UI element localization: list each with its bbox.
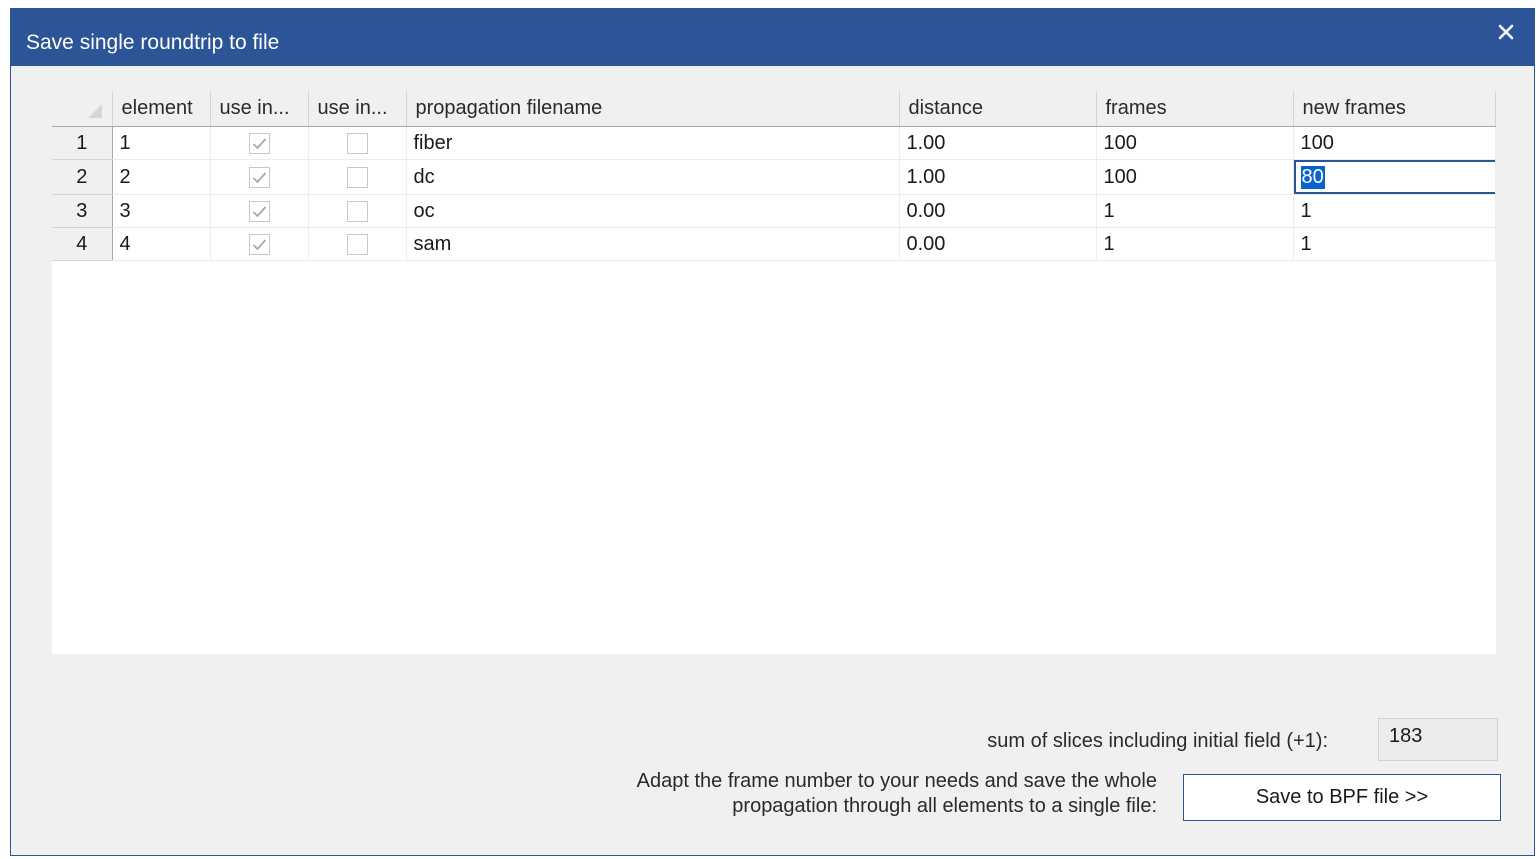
new-frames-cell[interactable]: 1 — [1293, 227, 1496, 261]
table-row[interactable]: 4 4 sam 0.00 1 1 — [52, 227, 1496, 261]
distance-cell[interactable]: 0.00 — [899, 194, 1097, 228]
elements-grid[interactable]: element use in... use in... propagation … — [52, 91, 1496, 654]
use-in-2-checkbox[interactable] — [346, 233, 368, 255]
corner-triangle-icon — [87, 104, 102, 118]
close-button[interactable] — [1478, 9, 1534, 55]
column-header-distance[interactable]: distance — [899, 91, 1097, 127]
column-header-element[interactable]: element — [112, 91, 211, 127]
sum-slices-value: 183 — [1378, 718, 1498, 761]
checkmark-icon — [252, 239, 266, 251]
use-in-2-cell[interactable] — [308, 194, 407, 228]
table-row[interactable]: 1 1 fiber 1.00 100 100 — [52, 126, 1496, 160]
checkmark-icon — [252, 138, 266, 150]
filename-cell[interactable]: dc — [406, 159, 900, 195]
row-header[interactable]: 2 — [52, 159, 113, 195]
select-all-corner[interactable] — [52, 91, 113, 127]
use-in-1-cell[interactable] — [210, 194, 309, 228]
save-bpf-button[interactable]: Save to BPF file >> — [1183, 774, 1501, 821]
distance-cell[interactable]: 1.00 — [899, 126, 1097, 160]
use-in-1-cell[interactable] — [210, 159, 309, 195]
filename-cell[interactable]: oc — [406, 194, 900, 228]
row-header[interactable]: 1 — [52, 126, 113, 160]
new-frames-cell[interactable]: 80 — [1293, 159, 1496, 195]
adapt-instructions: Adapt the frame number to your needs and… — [451, 769, 1157, 819]
new-frames-selected-text: 80 — [1300, 165, 1325, 189]
use-in-1-checkbox[interactable] — [248, 166, 270, 188]
frames-cell[interactable]: 100 — [1096, 126, 1294, 160]
column-header-use-in-2[interactable]: use in... — [308, 91, 407, 127]
filename-cell[interactable]: fiber — [406, 126, 900, 160]
sum-slices-label: sum of slices including initial field (+… — [987, 730, 1328, 752]
new-frames-editor[interactable]: 80 — [1293, 160, 1494, 194]
column-header-frames[interactable]: frames — [1096, 91, 1294, 127]
column-header-use-in-1[interactable]: use in... — [210, 91, 309, 127]
header-row: element use in... use in... propagation … — [52, 91, 1496, 127]
element-cell[interactable]: 1 — [112, 126, 211, 160]
close-icon — [1498, 24, 1514, 40]
checkmark-icon — [252, 172, 266, 184]
column-header-filename[interactable]: propagation filename — [406, 91, 900, 127]
table-row[interactable]: 2 2 dc 1.00 100 80 — [52, 159, 1496, 195]
title-bar[interactable]: Save single roundtrip to file — [11, 9, 1534, 66]
adapt-instructions-line-2: propagation through all elements to a si… — [732, 795, 1157, 817]
use-in-2-checkbox[interactable] — [346, 132, 368, 154]
checkmark-icon — [252, 206, 266, 218]
use-in-1-checkbox[interactable] — [248, 233, 270, 255]
element-cell[interactable]: 2 — [112, 159, 211, 195]
use-in-1-checkbox[interactable] — [248, 132, 270, 154]
distance-cell[interactable]: 0.00 — [899, 227, 1097, 261]
adapt-instructions-line-1: Adapt the frame number to your needs and… — [636, 770, 1157, 792]
dialog-title: Save single roundtrip to file — [26, 31, 280, 54]
frames-cell[interactable]: 100 — [1096, 159, 1294, 195]
use-in-1-cell[interactable] — [210, 126, 309, 160]
save-roundtrip-dialog: Save single roundtrip to file element us… — [10, 8, 1535, 856]
use-in-2-checkbox[interactable] — [346, 200, 368, 222]
use-in-2-cell[interactable] — [308, 126, 407, 160]
use-in-1-cell[interactable] — [210, 227, 309, 261]
new-frames-cell[interactable]: 1 — [1293, 194, 1496, 228]
new-frames-cell[interactable]: 100 — [1293, 126, 1496, 160]
use-in-2-cell[interactable] — [308, 159, 407, 195]
column-header-new-frames[interactable]: new frames — [1293, 91, 1496, 127]
use-in-1-checkbox[interactable] — [248, 200, 270, 222]
element-cell[interactable]: 4 — [112, 227, 211, 261]
use-in-2-checkbox[interactable] — [346, 166, 368, 188]
distance-cell[interactable]: 1.00 — [899, 159, 1097, 195]
frames-cell[interactable]: 1 — [1096, 194, 1294, 228]
row-header[interactable]: 4 — [52, 227, 113, 261]
elements-table: element use in... use in... propagation … — [52, 91, 1496, 261]
use-in-2-cell[interactable] — [308, 227, 407, 261]
filename-cell[interactable]: sam — [406, 227, 900, 261]
row-header[interactable]: 3 — [52, 194, 113, 228]
element-cell[interactable]: 3 — [112, 194, 211, 228]
table-row[interactable]: 3 3 oc 0.00 1 1 — [52, 194, 1496, 228]
frames-cell[interactable]: 1 — [1096, 227, 1294, 261]
